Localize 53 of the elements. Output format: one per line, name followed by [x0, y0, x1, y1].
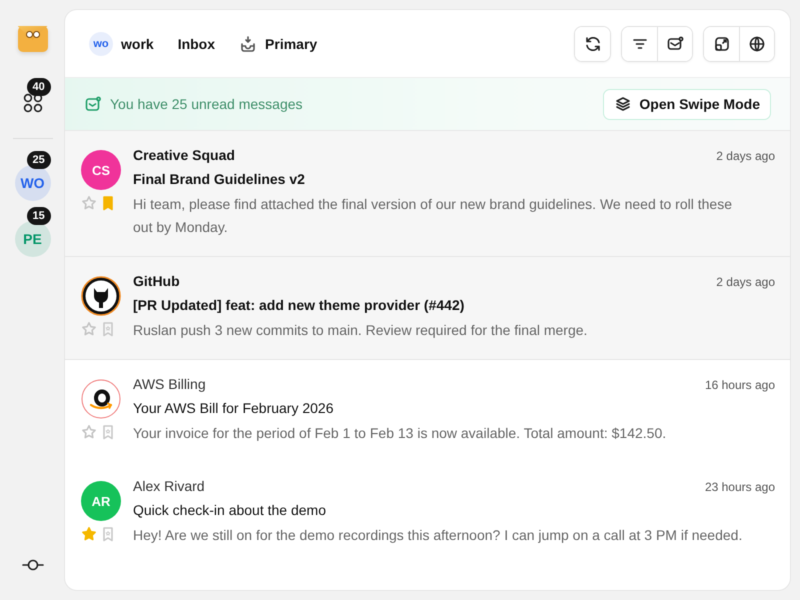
email-preview: Ruslan push 3 new commits to main. Review required for the final merge.: [133, 321, 588, 340]
count-badge: 25: [26, 151, 51, 169]
sender-name: Creative Squad: [133, 147, 235, 163]
sender-avatar: AR: [81, 481, 121, 521]
layers-icon: [615, 96, 632, 112]
swipe-mode-button[interactable]: Open Swipe Mode: [603, 88, 771, 120]
category-selector[interactable]: Primary: [239, 34, 318, 52]
cat-logo-avatar: [81, 276, 121, 316]
star-icon[interactable]: [81, 195, 97, 211]
star-icon[interactable]: [81, 321, 97, 337]
email-subject: [PR Updated] feat: add new theme provider (#442): [133, 297, 466, 313]
account-name: work: [121, 36, 154, 52]
email-preview: Hi team, please find attached the final version of our new brand guidelines. We need to roll these out by Monday.: [133, 195, 733, 237]
account-avatar[interactable]: WO: [14, 165, 50, 201]
filter-button[interactable]: [622, 26, 657, 60]
mail-button[interactable]: [657, 26, 692, 60]
sender-avatar: CS: [81, 150, 121, 190]
expand-button[interactable]: [704, 26, 739, 60]
email-subject: Final Brand Guidelines v2: [133, 171, 306, 187]
timestamp: 16 hours ago: [704, 378, 775, 392]
apps-icon[interactable]: [22, 92, 44, 114]
category-label: Primary: [265, 36, 318, 52]
mail-icon: [666, 34, 684, 52]
timestamp: 2 days ago: [716, 275, 775, 289]
account-switcher[interactable]: wo work: [89, 32, 154, 56]
email-preview: Your invoice for the period of Feb 1 to Feb 13 is now available. Total amount: $142.50.: [133, 424, 668, 443]
folder-label[interactable]: Inbox: [178, 36, 216, 52]
refresh-button[interactable]: [575, 26, 610, 60]
star-icon[interactable]: [81, 526, 97, 542]
globe-button[interactable]: [739, 26, 774, 60]
logo-avatar: [81, 379, 121, 419]
sender-name: Alex Rivard: [133, 478, 205, 494]
envelope-logo-icon[interactable]: [18, 26, 48, 52]
email-row[interactable]: CS Creative Squad 2 days ago Final Brand Guidelines v2 Hi team, please find attached the final version of our new brand guidelines. We need to roll these out by Monday.: [65, 131, 790, 257]
expand-icon: [712, 34, 730, 52]
email-subject: Quick check-in about the demo: [133, 502, 327, 518]
unread-message: You have 25 unread messages: [110, 96, 303, 112]
globe-icon: [748, 34, 766, 52]
email-subject: Your AWS Bill for February 2026: [133, 400, 335, 416]
timestamp: 23 hours ago: [704, 480, 775, 494]
count-badge: 40: [26, 78, 51, 96]
inbox-icon: [239, 34, 258, 52]
timestamp: 2 days ago: [716, 149, 775, 163]
sender-name: GitHub: [133, 273, 180, 289]
count-badge: 15: [26, 207, 51, 225]
sender-name: AWS Billing: [133, 376, 206, 392]
email-preview: Hey! Are we still on for the demo recordings this afternoon? I can jump on a call at 3 PM if needed.: [133, 526, 744, 545]
email-row[interactable]: GitHub 2 days ago [PR Updated] feat: add new theme provider (#442) Ruslan push 3 new commits to main. Review required for the final merge.: [65, 257, 790, 360]
mail-icon: [85, 96, 101, 112]
account-avatar: wo: [89, 32, 113, 56]
commit-icon[interactable]: [22, 558, 44, 572]
star-icon[interactable]: [81, 424, 97, 440]
refresh-icon: [584, 34, 602, 52]
